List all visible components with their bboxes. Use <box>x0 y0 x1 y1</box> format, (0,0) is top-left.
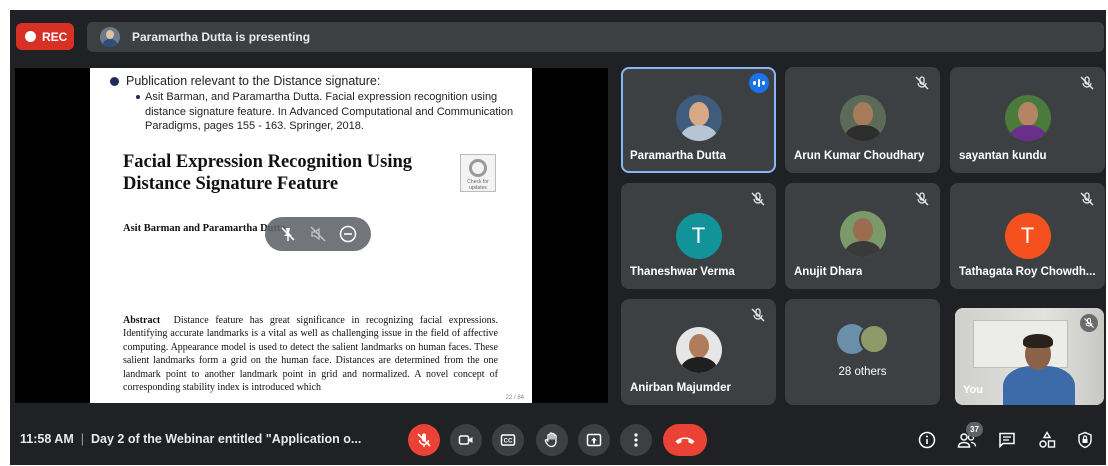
participant-name: Anirban Majumder <box>630 382 731 394</box>
abstract-label: Abstract <box>123 315 161 326</box>
microphone-toggle-button[interactable] <box>408 424 440 456</box>
check-for-updates-badge: Check for updates <box>460 154 496 192</box>
participant-name: Anujit Dhara <box>794 266 863 278</box>
presentation-overlay-controls <box>265 217 371 251</box>
page-number: 22 / 84 <box>505 395 524 401</box>
meeting-details-button[interactable] <box>916 429 938 451</box>
slide-reference: Asit Barman, and Paramartha Dutta. Facia… <box>136 91 514 132</box>
participant-name: Thaneshwar Verma <box>630 266 735 278</box>
presentation-view[interactable]: Publication relevant to the Distance sig… <box>15 68 608 403</box>
participant-tile-paramartha[interactable]: Paramartha Dutta <box>621 67 776 173</box>
avatar <box>675 327 722 373</box>
present-now-button[interactable] <box>578 424 610 456</box>
mic-off-icon <box>751 308 765 322</box>
mic-off-icon <box>915 76 929 90</box>
hang-up-icon <box>675 437 695 444</box>
mic-off-icon <box>1080 314 1098 332</box>
participant-name: Arun Kumar Choudhary <box>794 150 925 162</box>
meet-window: REC Paramartha Dutta is presenting Publi… <box>10 10 1106 465</box>
check-updates-text: Check for updates <box>467 179 489 191</box>
participant-tile-anirban[interactable]: Anirban Majumder <box>621 299 776 405</box>
svg-text:CC: CC <box>504 439 513 445</box>
host-controls-button[interactable] <box>1074 429 1096 451</box>
abstract-text: Distance feature has great significance … <box>123 315 498 394</box>
participant-count-badge: 37 <box>966 422 983 437</box>
hand-icon <box>544 432 557 448</box>
camera-toggle-button[interactable] <box>450 424 482 456</box>
avatar <box>858 324 889 354</box>
participant-tile-sayantan[interactable]: sayantan kundu <box>950 67 1105 173</box>
participant-name: sayantan kundu <box>959 150 1047 162</box>
others-count-label: 28 others <box>838 366 887 378</box>
meeting-info: 11:58 AM | Day 2 of the Webinar entitled "… <box>20 432 361 446</box>
mic-off-icon <box>915 192 929 206</box>
avatar <box>839 95 886 141</box>
meeting-title[interactable]: Day 2 of the Webinar entitled "Applicati… <box>91 432 361 446</box>
activities-icon <box>1039 431 1056 448</box>
chat-icon <box>999 432 1015 449</box>
avatar <box>839 211 886 257</box>
presenting-text: Paramartha Dutta is presenting <box>132 30 311 44</box>
participant-name: Tathagata Roy Chowdh... <box>959 266 1096 278</box>
self-label: You <box>963 384 983 396</box>
chat-button[interactable] <box>996 429 1018 451</box>
info-icon <box>918 431 936 449</box>
participant-tile-tathagata[interactable]: T Tathagata Roy Chowdh... <box>950 183 1105 289</box>
others-avatars <box>833 324 893 358</box>
present-screen-icon <box>586 433 602 447</box>
mute-presentation-icon[interactable] <box>307 223 329 245</box>
presenting-banner: Paramartha Dutta is presenting <box>87 22 1104 52</box>
avatar <box>1004 95 1051 141</box>
shield-lock-icon <box>1078 431 1092 449</box>
participant-tile-arun[interactable]: Arun Kumar Choudhary <box>785 67 940 173</box>
captions-button[interactable]: CC <box>492 424 524 456</box>
paper-title: Facial Expression Recognition Using Dist… <box>123 152 412 194</box>
participant-tile-thaneshwar[interactable]: T Thaneshwar Verma <box>621 183 776 289</box>
more-options-button[interactable] <box>620 424 652 456</box>
divider: | <box>80 432 84 446</box>
activities-button[interactable] <box>1036 429 1058 451</box>
participant-tile-anujit[interactable]: Anujit Dhara <box>785 183 940 289</box>
participant-name: Paramartha Dutta <box>630 150 726 162</box>
clock-time: 11:58 AM <box>20 432 74 446</box>
mic-off-icon <box>417 433 431 447</box>
recording-indicator: REC <box>16 23 74 50</box>
rec-label: REC <box>42 29 68 44</box>
record-dot-icon <box>25 31 36 42</box>
self-view-tile[interactable]: You <box>955 308 1104 405</box>
avatar-initial: T <box>1004 213 1051 259</box>
closed-captions-icon: CC <box>500 434 516 446</box>
mic-off-icon <box>751 192 765 206</box>
remove-tile-icon[interactable] <box>337 223 359 245</box>
pin-off-icon[interactable] <box>277 223 299 245</box>
bullet-icon <box>110 76 119 86</box>
leave-call-button[interactable] <box>663 424 707 456</box>
presenter-avatar <box>100 27 120 47</box>
bottom-control-bar: 11:58 AM | Day 2 of the Webinar entitled "… <box>10 418 1106 465</box>
raise-hand-button[interactable] <box>536 424 568 456</box>
speaking-indicator-icon <box>749 73 769 93</box>
bullet-heading-text: Publication relevant to the Distance sig… <box>126 74 381 88</box>
paper-abstract: Abstract Distance feature has great sign… <box>123 314 498 394</box>
avatar-initial: T <box>675 213 722 259</box>
more-vert-icon <box>634 433 638 447</box>
slide-bullet-heading: Publication relevant to the Distance sig… <box>110 74 380 88</box>
check-updates-icon <box>469 159 487 177</box>
avatar <box>675 95 722 141</box>
others-tile[interactable]: 28 others <box>785 299 940 405</box>
camera-icon <box>458 435 473 445</box>
paper-authors: Asit Barman and Paramartha Dutta <box>123 223 286 234</box>
mic-off-icon <box>1080 76 1094 90</box>
mic-off-icon <box>1080 192 1094 206</box>
